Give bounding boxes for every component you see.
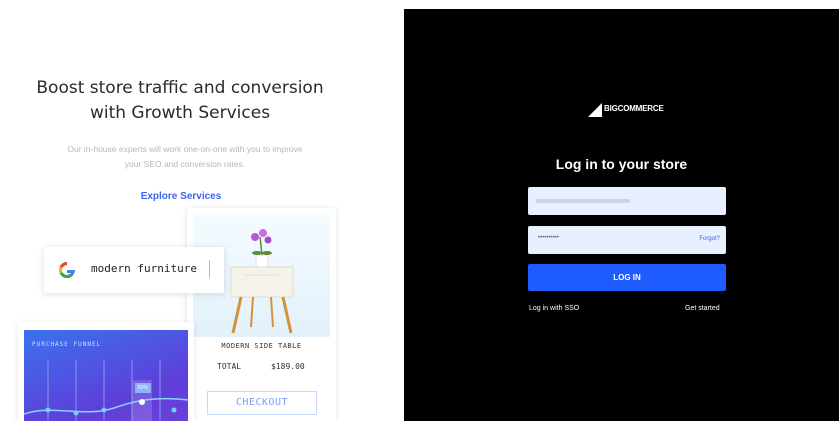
forgot-password-link[interactable]: Forgot? [699, 236, 720, 242]
product-card: MODERN SIDE TABLE TOTAL $189.00 CHECKOUT [187, 208, 336, 421]
login-title: Log in to your store [555, 156, 688, 172]
password-mask: •••••••••• [538, 235, 560, 241]
bigcommerce-logo: BIGCOMMERCE [588, 101, 668, 119]
brand-name: BIGCOMMERCE [604, 104, 664, 113]
funnel-percent-badge: 82% [135, 383, 151, 393]
promo-title: Boost store traffic and conversion with … [0, 76, 360, 126]
text-cursor [209, 260, 210, 278]
google-icon [56, 259, 78, 281]
total-value: $189.00 [271, 362, 305, 371]
promo-desc-line1: Our in-house experts will work one-on-on… [67, 144, 303, 154]
password-field[interactable]: •••••••••• Forgot? [528, 226, 726, 254]
funnel-chart: PURCHASE FUNNEL 82% [24, 330, 188, 421]
login-sso-link[interactable]: Log in with SSO [529, 305, 579, 312]
login-button[interactable]: LOG IN [528, 264, 726, 291]
email-field[interactable] [528, 187, 726, 215]
promo-title-line1: Boost store traffic and conversion [36, 78, 324, 98]
search-query: modern furniture [91, 262, 197, 275]
total-label: TOTAL [217, 362, 242, 371]
promo-title-line2: with Growth Services [89, 103, 271, 123]
purchase-funnel-card: PURCHASE FUNNEL 82% [18, 322, 194, 421]
product-name: MODERN SIDE TABLE [221, 342, 302, 350]
checkout-button[interactable]: CHECKOUT [207, 391, 317, 415]
login-panel: BIGCOMMERCE Log in to your store •••••••… [404, 9, 839, 421]
email-value-obscured [536, 199, 630, 203]
get-started-link[interactable]: Get started [685, 305, 720, 312]
explore-services-link[interactable]: Explore Services [0, 191, 362, 202]
promo-panel: Boost store traffic and conversion with … [0, 0, 404, 421]
promo-desc-line2: your SEO and conversion rates. [124, 159, 246, 169]
search-card: modern furniture [44, 247, 224, 293]
promo-description: Our in-house experts will work one-on-on… [30, 142, 340, 172]
